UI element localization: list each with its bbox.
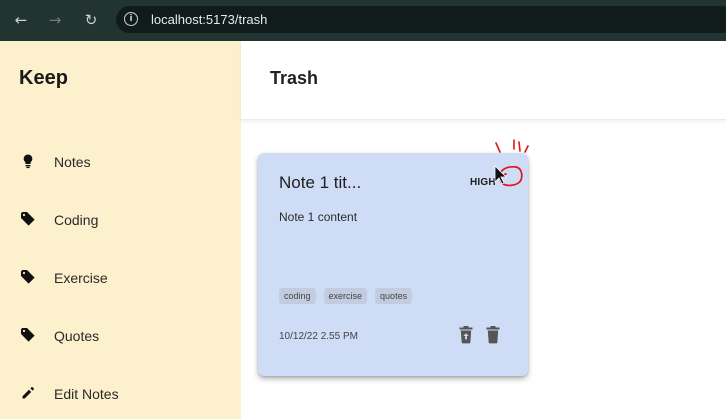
sidebar-item-exercise[interactable]: Exercise: [0, 263, 241, 295]
sidebar-item-edit-notes[interactable]: Edit Notes: [0, 379, 241, 411]
tag-icon: [21, 328, 35, 342]
lightbulb-icon: [23, 154, 33, 169]
sidebar-item-label: Exercise: [54, 270, 108, 286]
note-card[interactable]: Note 1 tit... HIGH Note 1 content coding…: [258, 153, 528, 376]
browser-toolbar: ← → ↻ i localhost:5173/trash: [0, 0, 726, 41]
sidebar-item-label: Coding: [54, 212, 99, 228]
sidebar: Keep Notes Coding Exercise Quotes Edit N…: [0, 41, 241, 419]
sidebar-item-quotes[interactable]: Quotes: [0, 321, 241, 353]
address-bar[interactable]: i localhost:5173/trash: [116, 6, 726, 33]
note-date: 10/12/22 2.55 PM: [279, 331, 358, 342]
page-header: Trash: [241, 41, 726, 120]
tag-list: coding exercise quotes: [279, 288, 413, 304]
tag-chip: quotes: [375, 288, 413, 304]
page-title: Trash: [270, 68, 319, 88]
pencil-icon: [22, 387, 34, 399]
annotation-scribble: [494, 139, 529, 187]
sidebar-item-notes[interactable]: Notes: [0, 147, 241, 179]
delete-forever-icon[interactable]: [485, 326, 501, 344]
tag-chip: exercise: [323, 288, 368, 304]
restore-icon[interactable]: [458, 326, 474, 344]
sidebar-item-label: Edit Notes: [54, 386, 119, 402]
reload-icon[interactable]: ↻: [82, 11, 100, 29]
tag-icon: [21, 270, 35, 284]
sidebar-item-label: Notes: [54, 154, 91, 170]
note-content: Note 1 content: [279, 210, 358, 224]
tag-icon: [21, 212, 35, 226]
tag-chip: coding: [279, 288, 316, 304]
back-arrow-icon[interactable]: ←: [12, 11, 30, 29]
forward-arrow-icon[interactable]: →: [46, 11, 64, 29]
info-icon[interactable]: i: [124, 12, 138, 26]
sidebar-item-label: Quotes: [54, 328, 100, 344]
sidebar-item-coding[interactable]: Coding: [0, 205, 241, 237]
note-title: Note 1 tit...: [279, 173, 362, 192]
app-logo: Keep: [19, 67, 68, 89]
url-text: localhost:5173/trash: [151, 12, 268, 27]
